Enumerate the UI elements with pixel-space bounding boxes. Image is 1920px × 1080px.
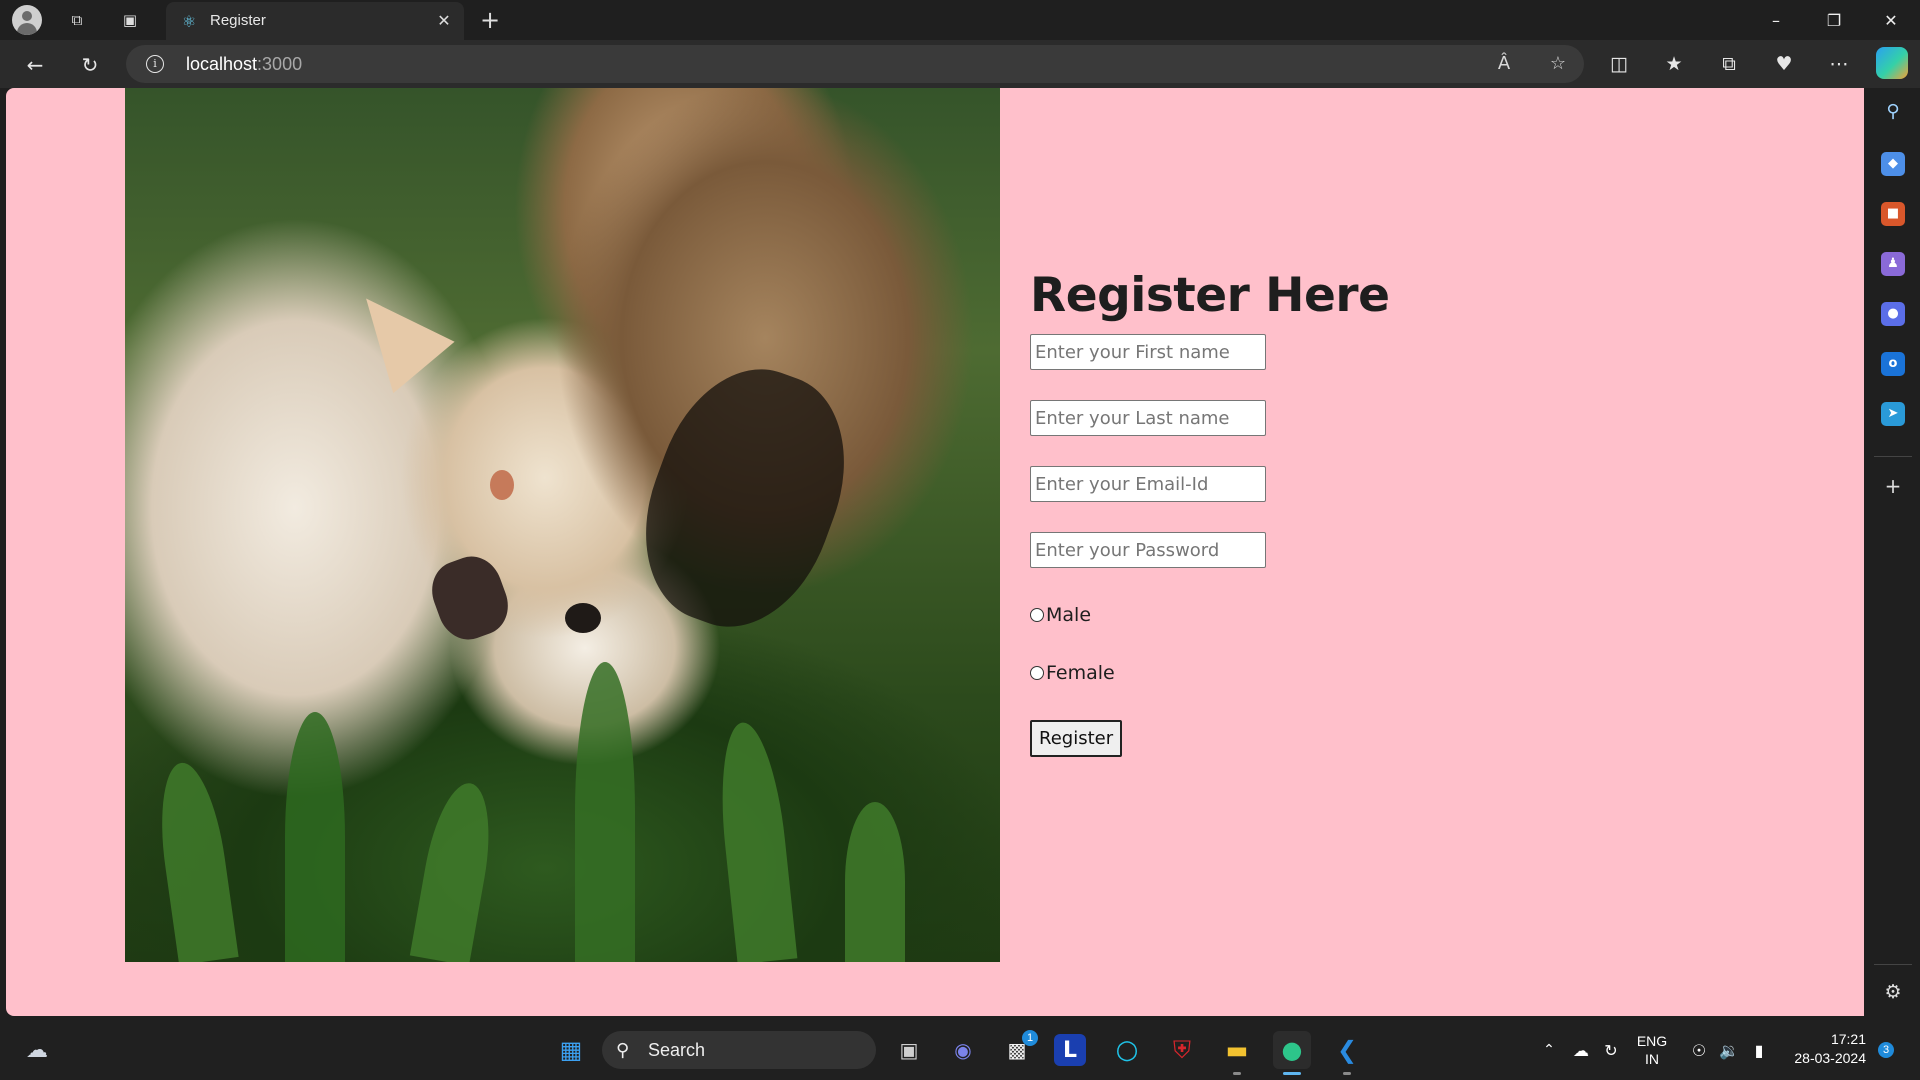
outlook-icon[interactable]: o bbox=[1881, 352, 1905, 376]
tab-register[interactable]: ⚛ Register ✕ bbox=[166, 2, 464, 40]
collections-icon[interactable]: ⧉ bbox=[1714, 49, 1744, 79]
weather-icon[interactable]: ☁ bbox=[18, 1031, 56, 1069]
tools-icon[interactable]: ■ bbox=[1881, 202, 1905, 226]
cortana-icon[interactable]: ○ bbox=[1108, 1031, 1146, 1069]
notification-badge[interactable]: 3 bbox=[1878, 1042, 1894, 1058]
search-icon: ⚲ bbox=[616, 1040, 630, 1061]
search-label: Search bbox=[648, 1040, 706, 1060]
microsoft-365-icon[interactable]: ● bbox=[1881, 302, 1905, 326]
refresh-icon[interactable]: ↻ bbox=[75, 50, 105, 80]
page-viewport: Register Here Male Female Register bbox=[6, 88, 1864, 1016]
profile-avatar[interactable] bbox=[12, 5, 42, 35]
workspaces-icon[interactable]: ⧉ bbox=[63, 6, 91, 34]
store-badge: 1 bbox=[1022, 1030, 1038, 1046]
settings-gear-icon[interactable]: ⚙ bbox=[1881, 980, 1905, 1004]
sidebar-divider bbox=[1874, 456, 1912, 457]
tab-actions-icon[interactable]: ▣ bbox=[116, 6, 144, 34]
close-window-icon[interactable]: ✕ bbox=[1862, 0, 1920, 40]
split-screen-icon[interactable]: ◫ bbox=[1604, 49, 1634, 79]
favorite-star-icon[interactable]: ☆ bbox=[1546, 53, 1570, 75]
close-tab-icon[interactable]: ✕ bbox=[434, 11, 454, 31]
title-bar: ⧉ ▣ ⚛ Register ✕ + – ❐ ✕ bbox=[0, 0, 1920, 40]
teams-icon[interactable]: ◉ bbox=[944, 1031, 982, 1069]
taskbar-search-box[interactable]: ⚲ Search bbox=[602, 1031, 876, 1069]
clock[interactable]: 17:21 28-03-2024 bbox=[1782, 1030, 1866, 1068]
windows-start-icon[interactable]: ▦ bbox=[552, 1031, 590, 1069]
sync-icon[interactable]: ↻ bbox=[1592, 1031, 1630, 1069]
sidebar-divider bbox=[1874, 964, 1912, 965]
page-title: Register Here bbox=[1030, 268, 1390, 323]
first-name-field[interactable] bbox=[1030, 334, 1266, 370]
search-icon[interactable]: ⚲ bbox=[1881, 100, 1905, 124]
react-icon: ⚛ bbox=[181, 12, 197, 31]
task-view-icon[interactable]: ▣ bbox=[890, 1031, 928, 1069]
language-indicator[interactable]: ENG IN bbox=[1634, 1032, 1670, 1068]
more-options-icon[interactable]: ⋯ bbox=[1824, 49, 1854, 79]
tab-title: Register bbox=[210, 12, 266, 29]
copilot-icon[interactable] bbox=[1876, 47, 1908, 79]
read-aloud-icon[interactable]: Â bbox=[1492, 53, 1516, 75]
email-field[interactable] bbox=[1030, 466, 1266, 502]
games-icon[interactable]: ♟ bbox=[1881, 252, 1905, 276]
gender-female-option[interactable]: Female bbox=[1030, 662, 1530, 684]
mcafee-icon[interactable]: ⛨ bbox=[1163, 1031, 1201, 1069]
password-field[interactable] bbox=[1030, 532, 1266, 568]
register-button[interactable]: Register bbox=[1030, 720, 1123, 757]
back-arrow-icon[interactable]: ← bbox=[20, 50, 50, 80]
vscode-icon[interactable]: ❮ bbox=[1328, 1031, 1366, 1069]
add-icon[interactable]: + bbox=[1881, 474, 1905, 498]
male-radio[interactable] bbox=[1030, 608, 1044, 622]
edge-icon[interactable]: ● bbox=[1273, 1031, 1311, 1069]
register-form: Register Here Male Female Register bbox=[1030, 268, 1530, 757]
gender-male-option[interactable]: Male bbox=[1030, 604, 1530, 626]
restore-icon[interactable]: ❐ bbox=[1805, 0, 1863, 40]
info-icon[interactable]: i bbox=[146, 55, 164, 73]
send-icon[interactable]: ➤ bbox=[1881, 402, 1905, 426]
l-app-icon[interactable]: L bbox=[1054, 1034, 1086, 1066]
address-bar[interactable]: i localhost:3000 Â ☆ bbox=[126, 45, 1584, 83]
cat-and-dog-photo bbox=[125, 88, 1000, 962]
female-label: Female bbox=[1046, 662, 1115, 684]
shopping-tag-icon[interactable]: ◆ bbox=[1881, 152, 1905, 176]
edge-sidebar: ⚲ ◆ ■ ♟ ● o ➤ + ⚙ bbox=[1866, 88, 1920, 1015]
navigation-bar: ← ↻ i localhost:3000 Â ☆ ◫ ★ ⧉ ♥ ⋯ bbox=[0, 40, 1920, 88]
url-text[interactable]: localhost:3000 bbox=[186, 54, 302, 75]
male-label: Male bbox=[1046, 604, 1092, 626]
favorites-icon[interactable]: ★ bbox=[1659, 49, 1689, 79]
battery-icon[interactable]: ▮ bbox=[1740, 1031, 1778, 1069]
female-radio[interactable] bbox=[1030, 666, 1044, 680]
taskbar: ☁ ▦ ⚲ Search ▣ ◉ ▩ 1 L ○ ⛨ ▬ ● ❮ ⌃ ☁ ↻ E… bbox=[0, 1020, 1920, 1080]
file-explorer-icon[interactable]: ▬ bbox=[1218, 1031, 1256, 1069]
new-tab-button[interactable]: + bbox=[476, 6, 504, 34]
browser-essentials-icon[interactable]: ♥ bbox=[1769, 49, 1799, 79]
minimize-icon[interactable]: – bbox=[1747, 0, 1805, 40]
last-name-field[interactable] bbox=[1030, 400, 1266, 436]
